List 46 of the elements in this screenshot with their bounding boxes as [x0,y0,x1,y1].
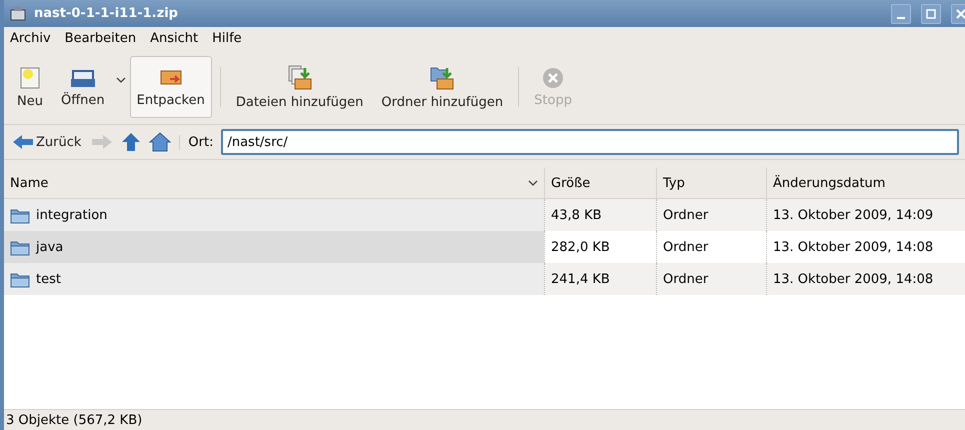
maximize-icon [926,8,936,18]
maximize-button[interactable] [921,4,941,24]
file-name-cell: java [4,231,544,263]
column-header[interactable]: Größe [544,168,656,198]
toolbar-button[interactable]: Dateien hinzufügen [228,56,370,118]
stop-icon [542,66,564,88]
status-bar: 3 Objekte (567,2 KB) [4,409,965,430]
dropdown-caret-icon[interactable] [116,76,126,84]
sort-caret-icon [528,179,538,187]
window-title: nast-0-1-1-i11-1.zip [34,6,179,21]
toolbar-button[interactable]: Ordner hinzufügen [374,56,510,118]
file-name-cell: test [4,263,544,295]
table-cell: Ordner [656,199,766,231]
menu-item[interactable]: Archiv [10,31,51,46]
menu-item[interactable]: Bearbeiten [64,31,136,46]
location-field[interactable]: /nast/src/ [221,129,959,155]
minimize-button[interactable] [891,4,911,24]
folder-icon [10,238,30,256]
file-name-cell: integration [4,199,544,231]
folder-icon [10,270,30,288]
location-label: Ort: [179,134,214,150]
new-document-icon [18,66,41,90]
folder-box-icon [429,64,456,90]
home-icon[interactable] [149,132,172,152]
back-arrow-icon [12,134,34,150]
column-header[interactable]: Name [4,168,544,198]
toolbar-button[interactable]: Neu [10,56,50,118]
back-button[interactable]: Zurück [10,134,84,150]
toolbar-button[interactable]: Entpacken [130,56,212,118]
table-cell: 241,4 KB [544,263,656,295]
column-header[interactable]: Typ [656,168,766,198]
folder-icon [10,206,30,224]
close-icon [956,8,965,18]
menu-item[interactable]: Ansicht [150,31,198,46]
minimize-icon [897,16,905,18]
close-button[interactable] [951,4,965,24]
column-header[interactable]: Änderungsdatum [766,168,965,198]
menu-item[interactable]: Hilfe [212,31,242,46]
archive-icon [10,6,26,22]
table-cell: 13. Oktober 2009, 14:08 [766,263,965,295]
table-cell: 13. Oktober 2009, 14:09 [766,199,965,231]
table-cell: Ordner [656,263,766,295]
table-cell: 43,8 KB [544,199,656,231]
files-box-icon [286,64,313,90]
up-arrow-icon[interactable] [121,132,142,152]
toolbar-button[interactable]: Öffnen [54,56,112,118]
